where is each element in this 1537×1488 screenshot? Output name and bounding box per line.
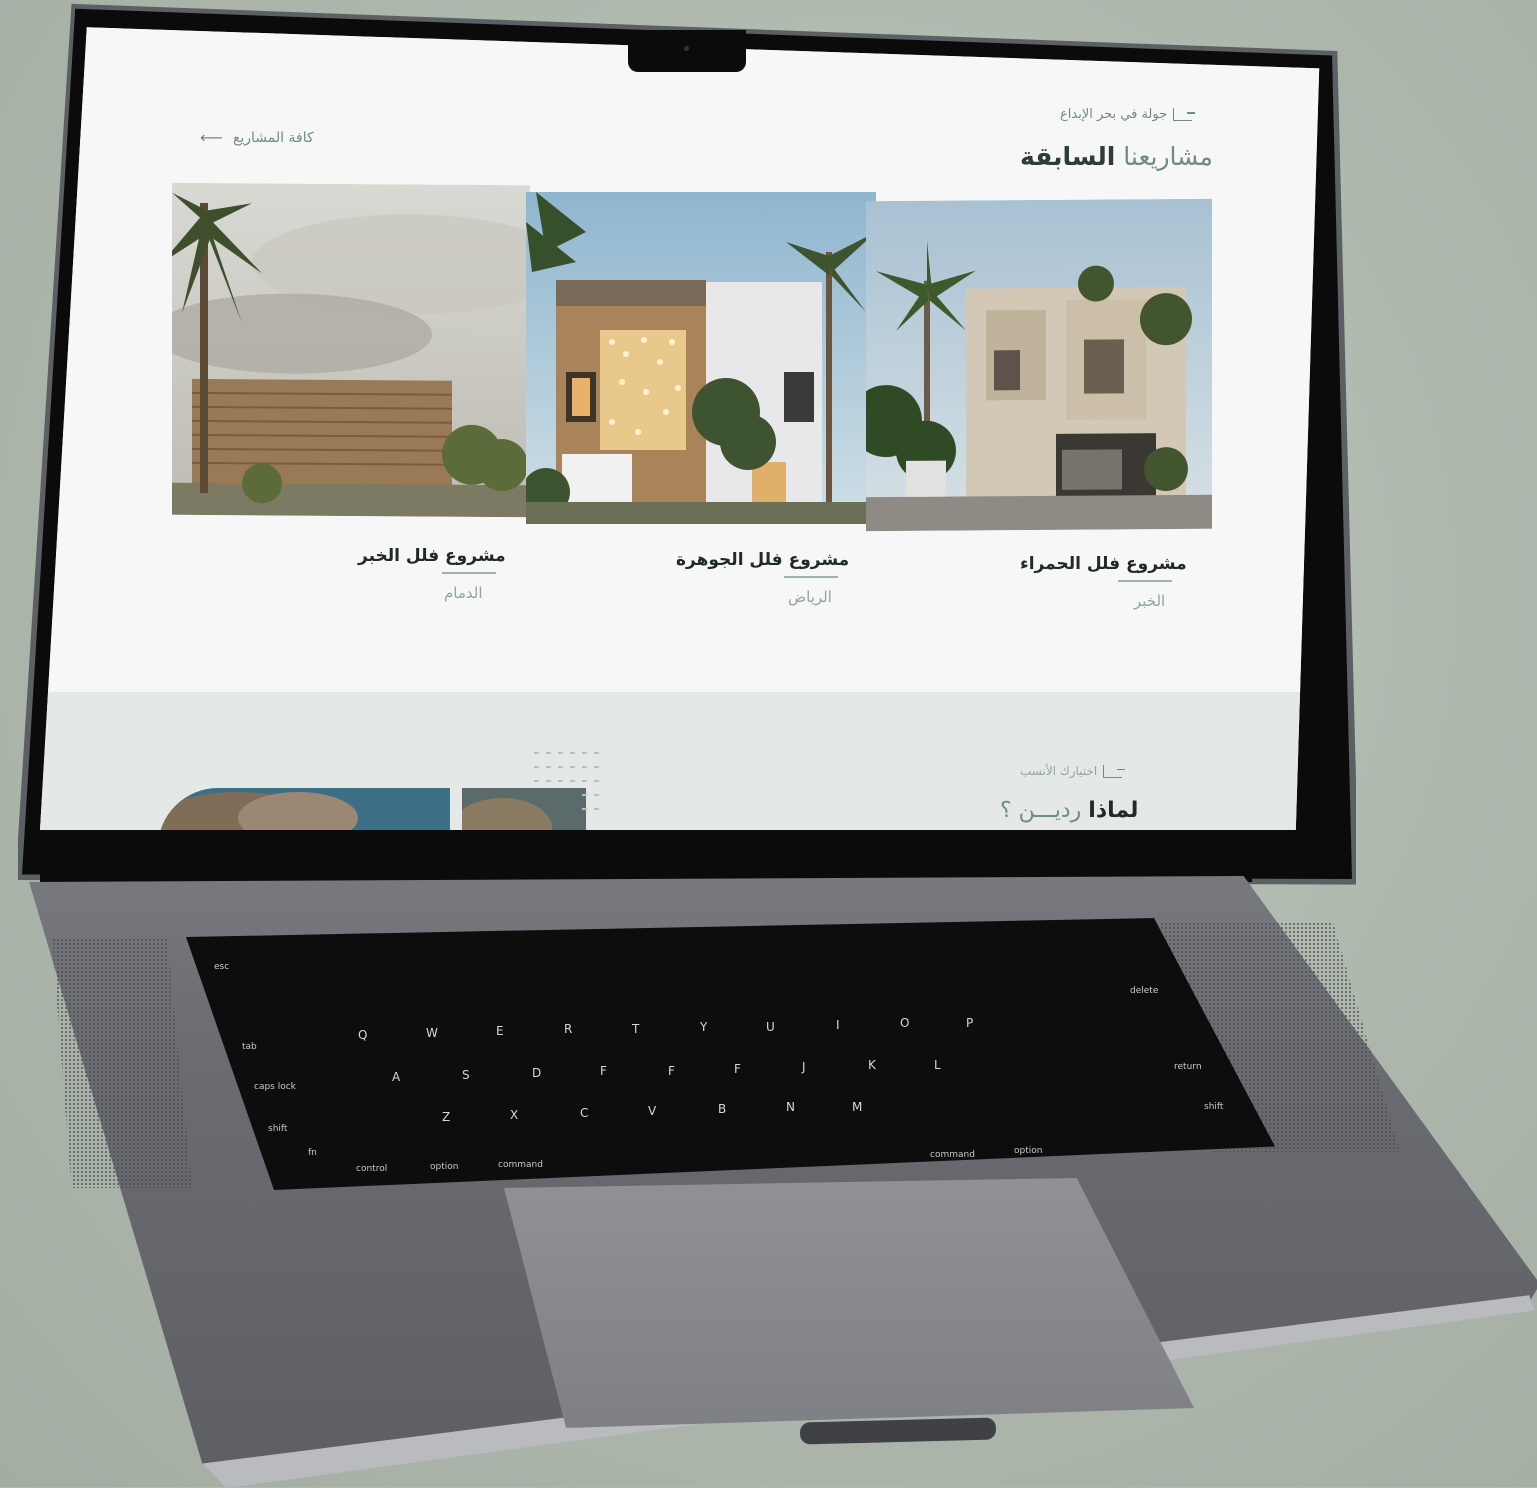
why-title-light: رديـــن ؟: [1000, 798, 1082, 823]
why-title-strong: لماذا: [1088, 798, 1139, 823]
screen-bezel-bottom: [40, 830, 1252, 882]
key-command-left[interactable]: command: [498, 1160, 543, 1170]
project-title-hamra-villas[interactable]: مشروع فلل الحمراء: [1020, 554, 1187, 574]
key-a[interactable]: A: [392, 1070, 400, 1084]
why-title: لماذا رديـــن ؟: [1000, 798, 1138, 823]
key-control[interactable]: control: [356, 1164, 387, 1174]
key-delete[interactable]: delete: [1130, 986, 1158, 996]
projects-eyebrow: جولة في بحر الإبداع: [1060, 107, 1196, 122]
key-x[interactable]: X: [510, 1108, 518, 1122]
project-city-dammam: الدمام: [444, 584, 483, 602]
projects-section: جولة في بحر الإبداع مشاريعنا السابقة كاف…: [40, 27, 1320, 692]
why-eyebrow-text: اختيارك الأنسب: [1020, 764, 1098, 778]
project-title-jawhara-villas[interactable]: مشروع فلل الجوهرة: [676, 550, 849, 570]
project-image-khobar[interactable]: [172, 182, 530, 518]
projects-eyebrow-text: جولة في بحر الإبداع: [1060, 107, 1168, 122]
key-e[interactable]: E: [496, 1024, 504, 1038]
project-image-hamra[interactable]: [866, 198, 1212, 532]
key-h[interactable]: F: [734, 1062, 741, 1076]
why-eyebrow: اختيارك الأنسب: [1020, 764, 1126, 778]
key-d[interactable]: D: [532, 1066, 541, 1080]
key-z[interactable]: Z: [442, 1110, 450, 1124]
arrow-left-icon: ⟵: [200, 128, 223, 147]
key-option-right[interactable]: option: [1014, 1146, 1042, 1156]
key-m[interactable]: M: [852, 1100, 862, 1114]
project-divider: [1118, 580, 1172, 582]
key-t[interactable]: T: [632, 1022, 639, 1036]
key-n[interactable]: N: [786, 1100, 795, 1114]
camera-notch: [628, 30, 746, 72]
key-caps-lock[interactable]: caps lock: [254, 1082, 296, 1092]
key-p[interactable]: P: [966, 1016, 973, 1030]
laptop-screen: جولة في بحر الإبداع مشاريعنا السابقة كاف…: [40, 27, 1320, 830]
key-f[interactable]: F: [600, 1064, 607, 1078]
project-city-riyadh: الرياض: [788, 588, 832, 606]
key-g[interactable]: F: [668, 1064, 675, 1078]
keyboard: [186, 918, 1275, 1190]
key-command-right[interactable]: command: [930, 1150, 975, 1160]
key-s[interactable]: S: [462, 1068, 470, 1082]
key-shift-right[interactable]: shift: [1204, 1102, 1223, 1112]
key-fn[interactable]: fn: [308, 1148, 317, 1158]
key-option-left[interactable]: option: [430, 1162, 458, 1172]
project-city-khobar: الخبر: [1134, 592, 1166, 610]
building-outline-icon: [1103, 764, 1126, 778]
key-b[interactable]: B: [718, 1102, 726, 1116]
key-l[interactable]: L: [934, 1058, 941, 1072]
key-w[interactable]: W: [426, 1026, 438, 1040]
project-title-khobar-villas[interactable]: مشروع فلل الخبر: [358, 546, 506, 566]
project-divider: [784, 576, 838, 578]
project-image-riyadh[interactable]: [526, 192, 876, 524]
why-image-1-art: [158, 788, 450, 830]
trackpad[interactable]: [504, 1178, 1194, 1428]
key-r[interactable]: R: [564, 1022, 572, 1036]
project-divider: [442, 572, 496, 574]
why-image-1: [158, 788, 450, 830]
page-title-light: مشاريعنا: [1123, 142, 1213, 171]
all-projects-label: كافة المشاريع: [232, 129, 314, 146]
all-projects-link[interactable]: كافة المشاريع ⟵: [200, 128, 314, 147]
key-v[interactable]: V: [648, 1104, 656, 1118]
key-shift-left[interactable]: shift: [268, 1124, 287, 1134]
building-outline-icon: [1173, 108, 1196, 121]
key-j[interactable]: J: [802, 1060, 806, 1074]
key-i[interactable]: I: [836, 1018, 840, 1032]
key-y[interactable]: Y: [700, 1020, 707, 1034]
project-image-hamra-art: [866, 198, 1212, 532]
key-u[interactable]: U: [766, 1020, 775, 1034]
key-esc[interactable]: esc: [214, 962, 229, 972]
key-o[interactable]: O: [900, 1016, 909, 1030]
project-image-riyadh-art: [526, 192, 876, 524]
key-k[interactable]: K: [868, 1058, 876, 1072]
page-title: مشاريعنا السابقة: [1020, 142, 1213, 171]
dots-pattern: [534, 752, 599, 810]
key-c[interactable]: C: [580, 1106, 588, 1120]
camera-icon: [684, 46, 689, 51]
project-image-khobar-art: [172, 182, 530, 518]
key-tab[interactable]: tab: [242, 1042, 257, 1052]
page-title-strong: السابقة: [1020, 142, 1116, 171]
key-return[interactable]: return: [1174, 1062, 1202, 1072]
key-q[interactable]: Q: [358, 1028, 367, 1042]
